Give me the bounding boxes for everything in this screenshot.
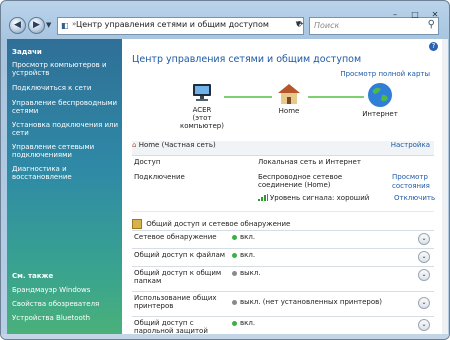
node-label: Интернет bbox=[362, 110, 398, 118]
sidebar-item-manage-connections[interactable]: Управление сетевыми подключениями bbox=[12, 143, 120, 159]
divider bbox=[132, 291, 434, 292]
divider bbox=[132, 316, 434, 317]
maximize-button[interactable]: □ bbox=[405, 9, 425, 20]
signal-icon bbox=[258, 194, 268, 203]
help-icon[interactable]: ? bbox=[429, 42, 438, 51]
settings-link[interactable]: Настройка bbox=[391, 141, 430, 149]
sharing-label: Использование общих принтеров bbox=[134, 294, 217, 310]
window: ◀ ▶ ▼ ◧ » Центр управления сетями и общи… bbox=[0, 0, 450, 340]
status-off-icon bbox=[232, 299, 237, 305]
sharing-row-public-folders: Общий доступ к общим папкам выкл. ⌄ bbox=[132, 269, 434, 289]
sharing-value: вкл. bbox=[240, 233, 256, 241]
back-button[interactable]: ◀ bbox=[9, 17, 26, 34]
network-name: Home bbox=[138, 141, 160, 149]
address-bar-area: ◀ ▶ ▼ ◧ » Центр управления сетями и общи… bbox=[1, 1, 449, 39]
view-status-link[interactable]: Просмотр состояния bbox=[392, 173, 432, 191]
page-title: Центр управления сетями и общим доступом bbox=[132, 54, 362, 65]
connection-line bbox=[224, 96, 272, 98]
sharing-row-discovery: Сетевое обнаружение вкл. ⌄ bbox=[132, 233, 434, 247]
globe-icon bbox=[368, 83, 392, 107]
refresh-icon[interactable]: ⟳ bbox=[293, 18, 307, 32]
connection-value: Беспроводное сетевое соединение (Home) bbox=[258, 173, 343, 189]
status-on-icon bbox=[232, 320, 237, 326]
address-field[interactable]: ◧ » Центр управления сетями и общим дост… bbox=[57, 17, 304, 35]
expand-chevron-icon[interactable]: ⌄ bbox=[418, 251, 430, 263]
sidebar-item-setup[interactable]: Установка подключения или сети bbox=[12, 121, 120, 137]
main-pane: ? Центр управления сетями и общим доступ… bbox=[122, 39, 442, 335]
scrollbar[interactable] bbox=[442, 39, 448, 334]
sidebar-item-wireless[interactable]: Управление беспроводными сетями bbox=[12, 99, 120, 115]
see-also-heading: См. также bbox=[12, 272, 54, 280]
minimize-button[interactable]: – bbox=[385, 9, 405, 20]
access-value: Локальная сеть и Интернет bbox=[258, 158, 361, 166]
sharing-label: Общий доступ к файлам bbox=[134, 251, 226, 259]
address-path: Центр управления сетями и общим доступом bbox=[76, 20, 269, 29]
sharing-label: Сетевое обнаружение bbox=[134, 233, 217, 241]
node-label: Home bbox=[278, 107, 300, 115]
sharing-label: Общий доступ с парольной защитой bbox=[134, 319, 208, 335]
sharing-row-files: Общий доступ к файлам вкл. ⌄ bbox=[132, 251, 434, 265]
signal-text: Уровень сигнала: хороший bbox=[270, 194, 370, 202]
search-icon[interactable]: ⚲ bbox=[428, 19, 435, 30]
status-on-icon bbox=[232, 234, 237, 240]
home-network-icon bbox=[278, 84, 300, 104]
sharing-header: Общий доступ и сетевое обнаружение bbox=[132, 219, 434, 229]
access-label: Доступ bbox=[134, 158, 161, 166]
window-controls: – □ ✕ bbox=[385, 2, 445, 19]
sidebar-item-internet-options[interactable]: Свойства обозревателя bbox=[12, 300, 120, 308]
sharing-value: вкл. bbox=[240, 319, 256, 327]
history-dropdown-icon[interactable]: ▼ bbox=[46, 21, 54, 29]
sidebar-item-connect[interactable]: Подключиться к сети bbox=[12, 84, 120, 92]
divider bbox=[132, 211, 434, 212]
sidebar-item-bluetooth[interactable]: Устройства Bluetooth bbox=[12, 314, 120, 322]
expand-chevron-icon[interactable]: ⌄ bbox=[418, 319, 430, 331]
node-sublabel: (этот компьютер) bbox=[180, 114, 224, 130]
status-off-icon bbox=[232, 270, 237, 276]
network-folder-icon: ◧ bbox=[61, 21, 69, 30]
sidebar-item-view-computers[interactable]: Просмотр компьютеров и устройств bbox=[12, 61, 120, 77]
sharing-row-printers: Использование общих принтеров выкл. (нет… bbox=[132, 294, 434, 314]
connection-line bbox=[308, 96, 364, 98]
sharing-heading: Общий доступ и сетевое обнаружение bbox=[146, 220, 291, 228]
sharing-icon bbox=[132, 219, 142, 229]
divider bbox=[132, 266, 434, 267]
view-full-map-link[interactable]: Просмотр полной карты bbox=[340, 70, 430, 78]
connection-label: Подключение bbox=[134, 173, 185, 181]
window-bottom-border bbox=[1, 334, 449, 339]
expand-chevron-icon[interactable]: ⌄ bbox=[418, 233, 430, 245]
network-type: (Частная сеть) bbox=[161, 141, 216, 149]
disconnect-link[interactable]: Отключить bbox=[394, 194, 435, 202]
sharing-value: вкл. bbox=[240, 251, 256, 259]
node-label: ACER bbox=[192, 106, 212, 114]
network-header: ⌂ Home (Частная сеть) Настройка bbox=[132, 141, 434, 155]
status-on-icon bbox=[232, 252, 237, 258]
sharing-value: выкл. bbox=[240, 269, 261, 277]
map-node-home[interactable]: Home bbox=[272, 83, 306, 115]
sidebar-item-firewall[interactable]: Брандмауэр Windows bbox=[12, 286, 120, 294]
divider bbox=[132, 248, 434, 249]
divider bbox=[132, 155, 434, 156]
tasks-heading: Задачи bbox=[12, 48, 42, 56]
divider bbox=[132, 230, 434, 231]
search-placeholder: Поиск bbox=[314, 21, 340, 30]
sidebar-item-diagnose[interactable]: Диагностика и восстановление bbox=[12, 165, 120, 181]
forward-button[interactable]: ▶ bbox=[28, 17, 45, 34]
map-node-computer[interactable]: ACER (этот компьютер) bbox=[172, 83, 232, 130]
computer-icon bbox=[193, 84, 211, 101]
expand-chevron-icon[interactable]: ⌄ bbox=[418, 297, 430, 309]
sharing-value: выкл. (нет установленных принтеров) bbox=[240, 298, 383, 306]
home-icon: ⌂ bbox=[132, 141, 137, 149]
task-pane: Задачи Просмотр компьютеров и устройств … bbox=[7, 39, 122, 334]
map-node-internet[interactable]: Интернет bbox=[360, 82, 400, 118]
expand-chevron-icon[interactable]: ⌄ bbox=[418, 269, 430, 281]
sharing-label: Общий доступ к общим папкам bbox=[134, 269, 222, 285]
close-button[interactable]: ✕ bbox=[425, 9, 445, 20]
